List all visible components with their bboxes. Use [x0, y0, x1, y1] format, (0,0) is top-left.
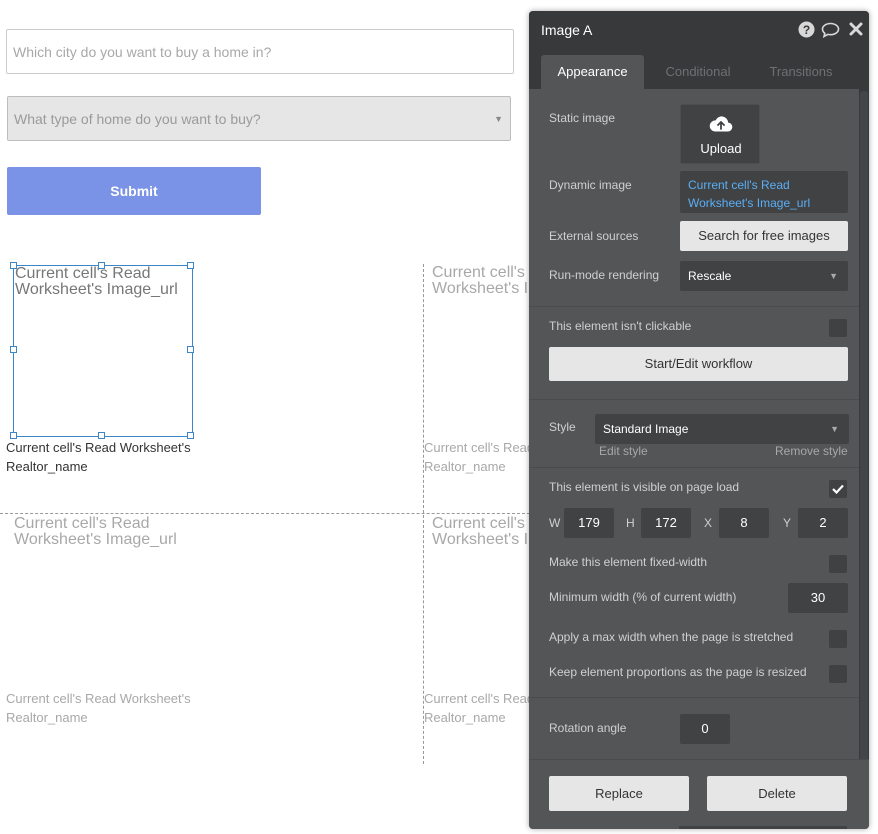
footer-overflow-strip: [679, 826, 847, 829]
style-label: Style: [549, 420, 576, 434]
search-free-images-button[interactable]: Search for free images: [680, 221, 848, 251]
dropdown-caret-icon: ▼: [494, 113, 503, 124]
realtor-name-text[interactable]: Current cell's Read Worksheet's Realtor_…: [424, 689, 530, 727]
resize-handle-r[interactable]: [187, 346, 194, 353]
help-icon[interactable]: ?: [798, 21, 815, 41]
panel-tabs: Appearance Conditional Transitions: [529, 49, 869, 89]
chevron-down-icon: ▼: [829, 271, 838, 281]
height-label: H: [626, 516, 635, 530]
run-mode-rendering-select[interactable]: Rescale ▼: [680, 261, 848, 291]
realtor-name-text[interactable]: Current cell's Read Worksheet's Realtor_…: [424, 438, 530, 476]
editor-canvas: What type of home do you want to buy? ▼ …: [0, 0, 530, 834]
image-dynamic-text: Current cell's Read Worksheet's Image_ur…: [15, 265, 178, 298]
run-mode-rendering-value: Rescale: [688, 269, 732, 283]
external-sources-label: External sources: [549, 229, 639, 243]
height-field[interactable]: 172: [641, 508, 691, 538]
fixed-width-checkbox[interactable]: [829, 555, 847, 573]
realtor-name-text[interactable]: Current cell's Read Worksheet's Realtor_…: [6, 689, 216, 727]
min-width-label: Minimum width (% of current width): [549, 590, 737, 604]
city-input[interactable]: [6, 29, 514, 74]
dynamic-image-label: Dynamic image: [549, 178, 632, 192]
not-clickable-checkbox[interactable]: [829, 319, 847, 337]
min-width-field[interactable]: 30: [788, 583, 848, 613]
max-width-checkbox[interactable]: [829, 630, 847, 648]
y-label: Y: [783, 516, 792, 530]
resize-handle-t[interactable]: [98, 262, 105, 269]
tab-appearance[interactable]: Appearance: [541, 55, 644, 89]
keep-proportions-checkbox[interactable]: [829, 665, 847, 683]
submit-button[interactable]: Submit: [7, 167, 261, 215]
keep-proportions-label: Keep element proportions as the page is …: [549, 665, 807, 679]
not-clickable-label: This element isn't clickable: [549, 319, 692, 333]
start-edit-workflow-button[interactable]: Start/Edit workflow: [549, 347, 848, 381]
visible-on-load-checkbox[interactable]: [829, 480, 847, 498]
image-a-selected[interactable]: Current cell's Read Worksheet's Image_ur…: [10, 262, 194, 439]
x-label: X: [704, 516, 713, 530]
home-type-dropdown[interactable]: What type of home do you want to buy? ▼: [7, 96, 511, 141]
tab-transitions[interactable]: Transitions: [757, 55, 845, 89]
rotation-angle-label: Rotation angle: [549, 721, 627, 735]
delete-button[interactable]: Delete: [707, 776, 847, 811]
realtor-name-text[interactable]: Current cell's Read Worksheet's Realtor_…: [6, 438, 216, 476]
replace-button[interactable]: Replace: [549, 776, 689, 811]
style-select[interactable]: Standard Image ▼: [595, 414, 849, 444]
dynamic-image-expression[interactable]: Current cell's Read Worksheet's Image_ur…: [680, 171, 848, 213]
image-cell[interactable]: Current cell's Read Worksheet's Image_ur…: [13, 516, 193, 688]
x-field[interactable]: 8: [719, 508, 769, 538]
image-cell[interactable]: Current cell's Read Worksheet's Image_ur…: [431, 265, 530, 437]
remove-style-link[interactable]: Remove style: [775, 444, 848, 458]
checkmark-icon: [832, 482, 844, 497]
section-divider: [529, 467, 859, 468]
run-mode-rendering-label: Run-mode rendering: [549, 268, 660, 282]
section-divider: [529, 306, 859, 307]
svg-text:?: ?: [803, 23, 810, 37]
repeating-group-row-divider: [0, 513, 530, 514]
rotation-angle-field[interactable]: 0: [680, 714, 730, 744]
panel-footer: Replace Delete: [529, 759, 869, 829]
visible-on-load-label: This element is visible on page load: [549, 480, 740, 494]
image-dynamic-text: Current cell's Read Worksheet's Image_ur…: [14, 515, 177, 548]
resize-handle-tr[interactable]: [187, 262, 194, 269]
upload-button[interactable]: Upload: [680, 104, 760, 164]
upload-cloud-icon: [709, 115, 733, 136]
edit-style-link[interactable]: Edit style: [599, 444, 648, 458]
width-field[interactable]: 179: [564, 508, 614, 538]
width-label: W: [549, 516, 561, 530]
upload-button-label: Upload: [700, 141, 742, 156]
y-field[interactable]: 2: [798, 508, 848, 538]
fixed-width-label: Make this element fixed-width: [549, 555, 708, 569]
chevron-down-icon: ▼: [830, 424, 839, 434]
resize-handle-tl[interactable]: [10, 262, 17, 269]
static-image-label: Static image: [549, 111, 616, 125]
home-type-placeholder: What type of home do you want to buy?: [14, 110, 261, 127]
resize-handle-l[interactable]: [10, 346, 17, 353]
style-value: Standard Image: [603, 422, 689, 436]
max-width-label: Apply a max width when the page is stret…: [549, 630, 794, 644]
panel-header[interactable]: Image A ?: [529, 11, 869, 49]
panel-scrollbar-thumb[interactable]: [860, 91, 868, 767]
tab-conditional[interactable]: Conditional: [653, 55, 743, 89]
section-divider: [529, 399, 859, 400]
panel-title: Image A: [541, 22, 593, 38]
comment-icon[interactable]: [821, 22, 840, 41]
close-icon[interactable]: [849, 22, 863, 39]
section-divider: [529, 697, 859, 698]
image-dynamic-text: Current cell's Read Worksheet's Image_ur…: [432, 264, 530, 297]
property-editor-panel: Image A ? Appearance Conditional Transit…: [529, 11, 869, 829]
image-dynamic-text: Current cell's Read Worksheet's Image_ur…: [432, 515, 530, 548]
image-cell[interactable]: Current cell's Read Worksheet's Image_ur…: [431, 516, 530, 688]
